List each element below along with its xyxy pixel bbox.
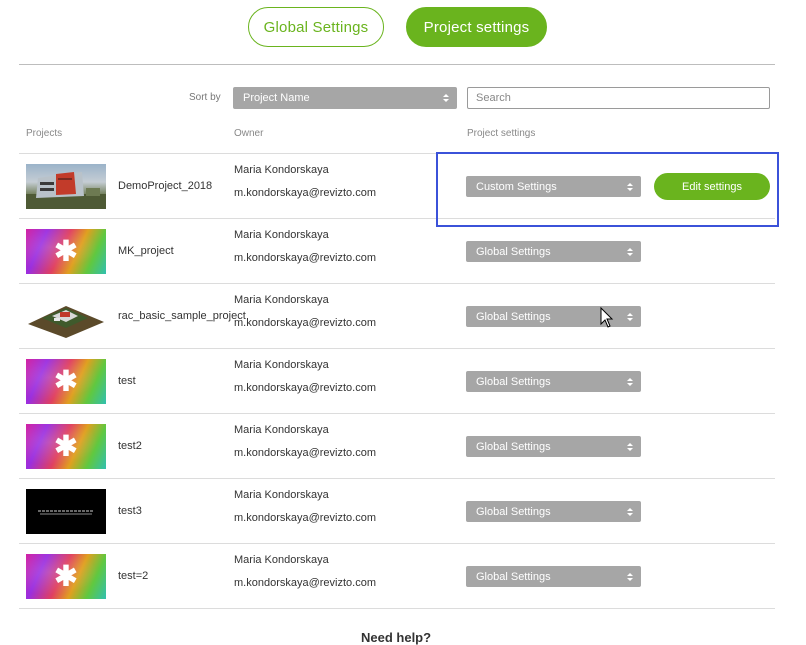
revizto-logo-icon: ✱	[54, 234, 78, 266]
owner-name: Maria Kondorskaya	[234, 424, 329, 436]
search-input[interactable]	[467, 87, 770, 109]
owner-email: m.kondorskaya@revizto.com	[234, 317, 376, 329]
revizto-logo-icon: ✱	[54, 429, 78, 461]
project-name[interactable]: test3	[118, 479, 226, 543]
select-arrows-icon	[443, 94, 449, 102]
revizto-logo-icon: ✱	[54, 559, 78, 591]
table-row: DemoProject_2018 Maria Kondorskaya m.kon…	[19, 153, 775, 218]
project-settings-value: Global Settings	[476, 570, 551, 583]
project-settings-select[interactable]: Global Settings	[466, 241, 641, 262]
owner-name: Maria Kondorskaya	[234, 164, 329, 176]
project-settings-select[interactable]: Global Settings	[466, 371, 641, 392]
table-row: ✱ test=2 Maria Kondorskaya m.kondorskaya…	[19, 543, 775, 609]
revizto-logo-icon: ✱	[54, 364, 78, 396]
select-arrows-icon	[627, 247, 633, 256]
owner-email: m.kondorskaya@revizto.com	[234, 382, 376, 394]
project-settings-value: Global Settings	[476, 375, 551, 388]
project-name[interactable]: MK_project	[118, 219, 226, 283]
column-header-owner: Owner	[234, 128, 264, 139]
divider	[19, 64, 775, 65]
owner-name: Maria Kondorskaya	[234, 489, 329, 501]
sort-select-value: Project Name	[243, 92, 310, 104]
owner-email: m.kondorskaya@revizto.com	[234, 512, 376, 524]
table-row: ✱ MK_project Maria Kondorskaya m.kondors…	[19, 218, 775, 283]
table-row: ✱ test Maria Kondorskaya m.kondorskaya@r…	[19, 348, 775, 413]
project-thumbnail: ✱	[26, 359, 106, 404]
owner-name: Maria Kondorskaya	[234, 359, 329, 371]
sort-select[interactable]: Project Name	[233, 87, 457, 109]
project-thumbnail: ✱	[26, 229, 106, 274]
project-settings-select[interactable]: Global Settings	[466, 436, 641, 457]
select-arrows-icon	[627, 377, 633, 386]
select-arrows-icon	[627, 182, 633, 191]
project-name[interactable]: rac_basic_sample_project	[118, 284, 246, 348]
select-arrows-icon	[627, 442, 633, 451]
table-row: ✱ test2 Maria Kondorskaya m.kondorskaya@…	[19, 413, 775, 478]
owner-email: m.kondorskaya@revizto.com	[234, 577, 376, 589]
tab-global-settings[interactable]: Global Settings	[248, 7, 384, 47]
owner-email: m.kondorskaya@revizto.com	[234, 447, 376, 459]
project-settings-value: Global Settings	[476, 245, 551, 258]
project-name[interactable]: test=2	[118, 544, 226, 608]
select-arrows-icon	[627, 507, 633, 516]
project-settings-select[interactable]: Global Settings	[466, 306, 641, 327]
settings-tabs: Global Settings Project settings	[0, 7, 806, 47]
project-name[interactable]: DemoProject_2018	[118, 154, 226, 218]
owner-name: Maria Kondorskaya	[234, 229, 329, 241]
owner-name: Maria Kondorskaya	[234, 554, 329, 566]
edit-settings-button[interactable]: Edit settings	[654, 173, 770, 200]
owner-name: Maria Kondorskaya	[234, 294, 329, 306]
project-settings-value: Global Settings	[476, 310, 551, 323]
project-thumbnail	[26, 164, 106, 209]
mouse-cursor-icon	[600, 306, 614, 334]
sort-label: Sort by	[189, 92, 221, 103]
owner-email: m.kondorskaya@revizto.com	[234, 252, 376, 264]
project-name[interactable]: test	[118, 349, 226, 413]
project-settings-value: Global Settings	[476, 440, 551, 453]
project-settings-select[interactable]: Global Settings	[466, 501, 641, 522]
owner-email: m.kondorskaya@revizto.com	[234, 187, 376, 199]
table-row: rac_basic_sample_project Maria Kondorska…	[19, 283, 775, 348]
project-thumbnail: ✱	[26, 424, 106, 469]
project-settings-select[interactable]: Custom Settings	[466, 176, 641, 197]
project-thumbnail: ✱	[26, 554, 106, 599]
project-settings-select[interactable]: Global Settings	[466, 566, 641, 587]
project-settings-value: Global Settings	[476, 505, 551, 518]
project-settings-value: Custom Settings	[476, 180, 557, 193]
project-list: DemoProject_2018 Maria Kondorskaya m.kon…	[19, 153, 775, 609]
column-header-projects: Projects	[26, 128, 63, 139]
project-name[interactable]: test2	[118, 414, 226, 478]
select-arrows-icon	[627, 312, 633, 321]
table-row: test3 Maria Kondorskaya m.kondorskaya@re…	[19, 478, 775, 543]
tab-project-settings[interactable]: Project settings	[406, 7, 547, 47]
select-arrows-icon	[627, 572, 633, 581]
project-thumbnail	[26, 489, 106, 534]
project-thumbnail	[26, 294, 106, 339]
column-header-project-settings: Project settings	[467, 128, 536, 139]
